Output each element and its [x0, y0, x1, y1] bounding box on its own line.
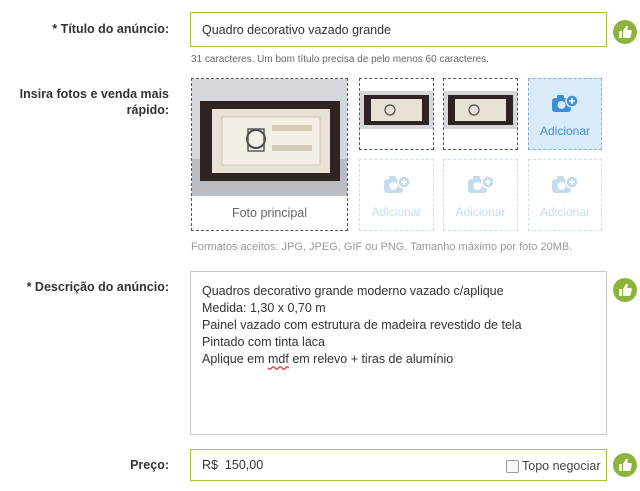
- camera-add-icon: [552, 94, 579, 112]
- main-photo-slot[interactable]: Foto principal: [191, 78, 348, 231]
- photo-thumbnail: [444, 91, 517, 129]
- camera-add-icon: [467, 175, 495, 193]
- photos-label: Insira fotos e venda mais rápido:: [9, 86, 169, 118]
- title-input-value: Quadro decorativo vazado grande: [202, 23, 392, 37]
- description-label: * Descrição do anúncio:: [26, 280, 169, 294]
- add-photo-button[interactable]: Adicionar: [528, 78, 602, 150]
- negotiate-label[interactable]: Topo negociar: [522, 459, 601, 473]
- description-line-1: Quadros decorativo grande moderno vazado…: [202, 284, 504, 298]
- main-photo-image: [192, 79, 347, 197]
- price-input[interactable]: R$ 150,00 Topo negociar: [190, 449, 607, 481]
- main-photo-caption: Foto principal: [192, 196, 347, 230]
- description-line-5-suffix: em relevo + tiras de alumínio: [288, 352, 454, 366]
- description-line-5-prefix: Aplique em: [202, 352, 269, 366]
- description-textarea[interactable]: Quadros decorativo grande moderno vazado…: [190, 271, 607, 435]
- spellcheck-word[interactable]: mdf: [268, 352, 289, 366]
- add-photo-label: Adicionar: [371, 205, 422, 219]
- thumbs-up-icon: [619, 283, 632, 296]
- description-line-2: Medida: 1,30 x 0,70 m: [202, 301, 326, 315]
- price-value: R$ 150,00: [202, 458, 264, 472]
- title-ok-icon: [613, 20, 637, 44]
- description-line-5: Aplique em mdf em relevo + tiras de alum…: [202, 351, 522, 368]
- camera-add-icon: [552, 175, 579, 193]
- negotiate-checkbox[interactable]: [506, 460, 519, 473]
- photos-label-line1: Insira fotos e venda mais: [19, 87, 169, 101]
- photo-formats-hint: Formatos aceitos: JPG, JPEG, GIF ou PNG.…: [191, 241, 573, 253]
- add-photo-slot-disabled-3: Adicionar: [528, 159, 602, 231]
- photo-thumbnail: [360, 91, 433, 129]
- photo-slot-3[interactable]: [443, 78, 518, 150]
- price-label: Preço:: [130, 458, 169, 472]
- title-char-hint: 31 caracteres. Um bom título precisa de …: [191, 54, 489, 65]
- add-photo-slot-disabled-1: Adicionar: [359, 159, 434, 231]
- description-text: Quadros decorativo grande moderno vazado…: [202, 283, 522, 368]
- price-ok-icon: [613, 453, 637, 477]
- thumbs-up-icon: [619, 458, 632, 471]
- add-photo-label: Adicionar: [455, 205, 506, 219]
- description-line-3: Painel vazado com estrutura de madeira r…: [202, 318, 522, 332]
- title-input[interactable]: Quadro decorativo vazado grande: [190, 12, 607, 47]
- title-label: * Título do anúncio:: [52, 22, 169, 36]
- description-line-4: Pintado com tinta laca: [202, 335, 325, 349]
- photos-label-line2: rápido:: [126, 103, 169, 117]
- camera-add-icon: [383, 175, 411, 193]
- add-photo-label: Adicionar: [539, 205, 591, 219]
- thumbs-up-icon: [619, 25, 632, 38]
- add-photo-label: Adicionar: [539, 124, 591, 138]
- photo-slot-2[interactable]: [359, 78, 434, 150]
- description-ok-icon: [613, 278, 637, 302]
- add-photo-slot-disabled-2: Adicionar: [443, 159, 518, 231]
